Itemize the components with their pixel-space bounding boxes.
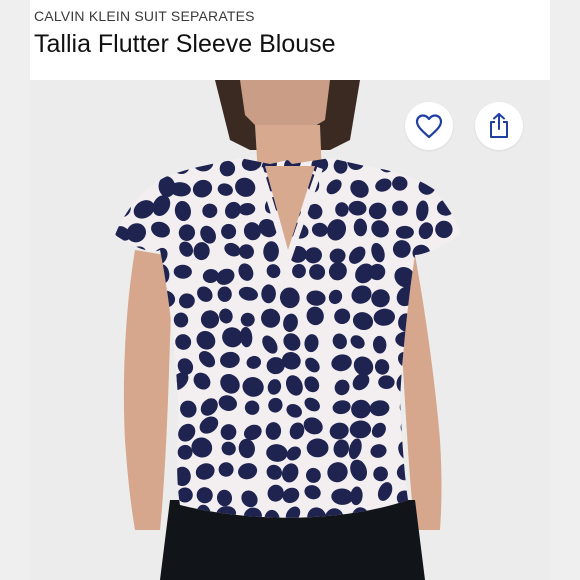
product-image[interactable] xyxy=(30,80,550,580)
print-dot xyxy=(306,438,329,458)
share-button[interactable] xyxy=(475,102,523,150)
product-title: Tallia Flutter Sleeve Blouse xyxy=(34,30,336,58)
product-header: CALVIN KLEIN SUIT SEPARATES Tallia Flutt… xyxy=(30,0,550,80)
print-dot xyxy=(395,225,414,239)
brand-name[interactable]: CALVIN KLEIN SUIT SEPARATES xyxy=(34,8,255,24)
heart-outline-icon xyxy=(415,114,443,139)
share-upload-icon xyxy=(490,113,508,138)
blouse-illustration xyxy=(30,80,550,580)
favorite-button[interactable] xyxy=(405,102,453,150)
